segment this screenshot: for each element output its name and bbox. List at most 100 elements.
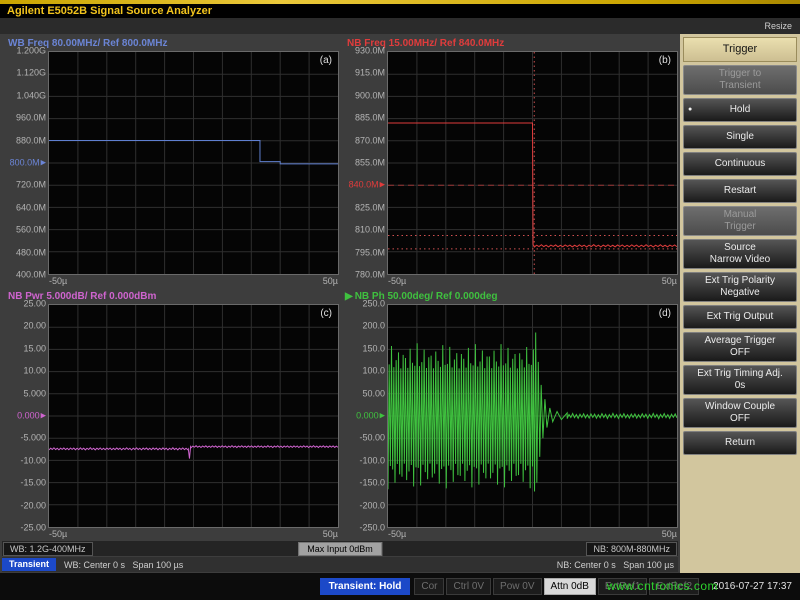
plot-header: NB Pwr 5.000dB/ Ref 0.000dBm <box>2 289 339 304</box>
y-tick-label: 825.0M <box>355 203 385 212</box>
y-tick-label: 880.0M <box>16 136 46 145</box>
active-trace-marker-icon: ▶ <box>345 291 353 302</box>
menu-button-label: Transient <box>686 80 794 92</box>
menu-button-label: Ext Trig Timing Adj. <box>686 368 794 380</box>
menu-button-label: Ext Trig Output <box>686 311 794 323</box>
x-max-label: 50µ <box>323 529 338 540</box>
y-tick-label: 795.0M <box>355 248 385 257</box>
x-max-label: 50µ <box>662 529 677 540</box>
plot-nb-freq[interactable]: NB Freq 15.00MHz/ Ref 840.0MHz 930.0M915… <box>341 36 678 287</box>
x-min-label: -50µ <box>49 529 67 540</box>
system-status-bar: Transient: Hold CorCtrl 0VPow 0VAttn 0dB… <box>0 573 800 600</box>
y-tick-label: 100.0 <box>362 367 385 376</box>
menu-button-source-narrow-video[interactable]: SourceNarrow Video <box>683 239 797 269</box>
menu-button-average-trigger-off[interactable]: Average TriggerOFF <box>683 332 797 362</box>
y-tick-label: 960.0M <box>16 114 46 123</box>
y-tick-label: 10.00 <box>23 367 46 376</box>
y-tick-label: -50.00 <box>359 434 385 443</box>
nb-sweep-status: NB: Center 0 s Span 100 µs <box>557 560 678 570</box>
y-tick-label: -200.0 <box>359 501 385 510</box>
plots-column: WB Freq 80.00MHz/ Ref 800.0MHz 1.200G1.1… <box>0 34 680 573</box>
menu-button-continuous[interactable]: Continuous <box>683 152 797 176</box>
plot-grid: WB Freq 80.00MHz/ Ref 800.0MHz 1.200G1.1… <box>0 34 680 540</box>
plot-svg <box>388 305 677 527</box>
y-tick-label: 900.0M <box>355 91 385 100</box>
y-tick-label: 915.0M <box>355 69 385 78</box>
plot-letter-label: (d) <box>659 308 671 319</box>
y-tick-label: 800.0M▶ <box>10 159 46 168</box>
clock: 2016-07-27 17:37 <box>713 581 792 592</box>
y-tick-label: 15.00 <box>23 344 46 353</box>
plot-letter-label: (c) <box>320 308 332 319</box>
menu-button-single[interactable]: Single <box>683 125 797 149</box>
y-tick-label: -150.0 <box>359 479 385 488</box>
y-axis-labels: 25.0020.0015.0010.005.0000.000▶-5.000-10… <box>2 304 48 528</box>
menu-button-label: Manual <box>686 209 794 221</box>
menu-button-restart[interactable]: Restart <box>683 179 797 203</box>
y-tick-label: 50.00 <box>362 389 385 398</box>
plot-letter-label: (b) <box>659 55 671 66</box>
menu-button-ext-trig-output[interactable]: Ext Trig Output <box>683 305 797 329</box>
plot-nb-phase[interactable]: ▶ NB Ph 50.00deg/ Ref 0.000deg 250.0200.… <box>341 289 678 540</box>
menu-button-label: Restart <box>686 185 794 197</box>
plot-canvas[interactable]: (d) <box>387 304 678 528</box>
menu-button-return[interactable]: Return <box>683 431 797 455</box>
plot-canvas[interactable]: (a) <box>48 51 339 275</box>
plot-canvas[interactable]: (c) <box>48 304 339 528</box>
resize-strip: Resize <box>0 18 800 34</box>
menu-button-hold[interactable]: ●Hold <box>683 98 797 122</box>
y-tick-label: 400.0M <box>16 271 46 280</box>
y-tick-label: 1.120G <box>16 69 46 78</box>
analyzer-screen: Agilent E5052B Signal Source Analyzer Re… <box>0 0 800 600</box>
status-indicator-pow-0v: Pow 0V <box>493 578 541 595</box>
y-tick-label: 640.0M <box>16 203 46 212</box>
max-input-status: Max Input 0dBm <box>298 542 382 556</box>
menu-button-label: Window Couple <box>686 401 794 413</box>
plot-header: NB Freq 15.00MHz/ Ref 840.0MHz <box>341 36 678 51</box>
menu-button-ext-trig-timing-adj-0s[interactable]: Ext Trig Timing Adj.0s <box>683 365 797 395</box>
x-min-label: -50µ <box>388 529 406 540</box>
wb-range-status: WB: 1.2G-400MHz <box>3 542 93 556</box>
y-tick-label: -15.00 <box>20 479 46 488</box>
y-tick-label: 5.000 <box>23 389 46 398</box>
status-indicator-ctrl-0v: Ctrl 0V <box>446 578 491 595</box>
menu-button-label: OFF <box>686 347 794 359</box>
menu-button-manual-trigger: ManualTrigger <box>683 206 797 236</box>
menu-button-ext-trig-polarity-negative[interactable]: Ext Trig PolarityNegative <box>683 272 797 302</box>
y-tick-label: -5.000 <box>20 434 46 443</box>
marker-triangle-icon: ▶ <box>380 413 385 420</box>
marker-triangle-icon: ▶ <box>41 413 46 420</box>
range-status-row: WB: 1.2G-400MHz Max Input 0dBm NB: 800M-… <box>2 541 678 556</box>
y-tick-label: 0.000▶ <box>17 412 46 421</box>
status-indicator-attn-0db: Attn 0dB <box>544 578 596 595</box>
y-tick-label: 810.0M <box>355 226 385 235</box>
status-indicator-cor: Cor <box>414 578 444 595</box>
menu-button-label: Single <box>686 131 794 143</box>
x-max-label: 50µ <box>662 276 677 287</box>
plot-wb-freq[interactable]: WB Freq 80.00MHz/ Ref 800.0MHz 1.200G1.1… <box>2 36 339 287</box>
resize-button[interactable]: Resize <box>764 21 792 31</box>
menu-button-label: 0s <box>686 380 794 392</box>
y-tick-label: 1.200G <box>16 47 46 56</box>
menu-button-window-couple-off[interactable]: Window CoupleOFF <box>683 398 797 428</box>
y-tick-label: 1.040G <box>16 91 46 100</box>
y-tick-label: 200.0 <box>362 322 385 331</box>
x-axis-labels: -50µ 50µ <box>387 275 678 287</box>
plot-nb-pwr[interactable]: NB Pwr 5.000dB/ Ref 0.000dBm 25.0020.001… <box>2 289 339 540</box>
menu-tab-trigger[interactable]: Trigger <box>683 37 797 62</box>
selected-dot-icon: ● <box>688 104 692 116</box>
x-min-label: -50µ <box>49 276 67 287</box>
y-tick-label: 0.000▶ <box>356 412 385 421</box>
plot-svg <box>49 52 338 274</box>
trigger-status-indicator: Transient: Hold <box>320 578 411 595</box>
y-tick-label: -20.00 <box>20 501 46 510</box>
sweep-status-row: Transient WB: Center 0 s Span 100 µs NB:… <box>2 557 678 572</box>
x-min-label: -50µ <box>388 276 406 287</box>
y-tick-label: 870.0M <box>355 136 385 145</box>
y-tick-label: -25.00 <box>20 524 46 533</box>
y-axis-labels: 930.0M915.0M900.0M885.0M870.0M855.0M840.… <box>341 51 387 275</box>
plot-canvas[interactable]: (b) <box>387 51 678 275</box>
menu-button-label: Trigger to <box>686 68 794 80</box>
y-tick-label: 855.0M <box>355 159 385 168</box>
x-max-label: 50µ <box>323 276 338 287</box>
